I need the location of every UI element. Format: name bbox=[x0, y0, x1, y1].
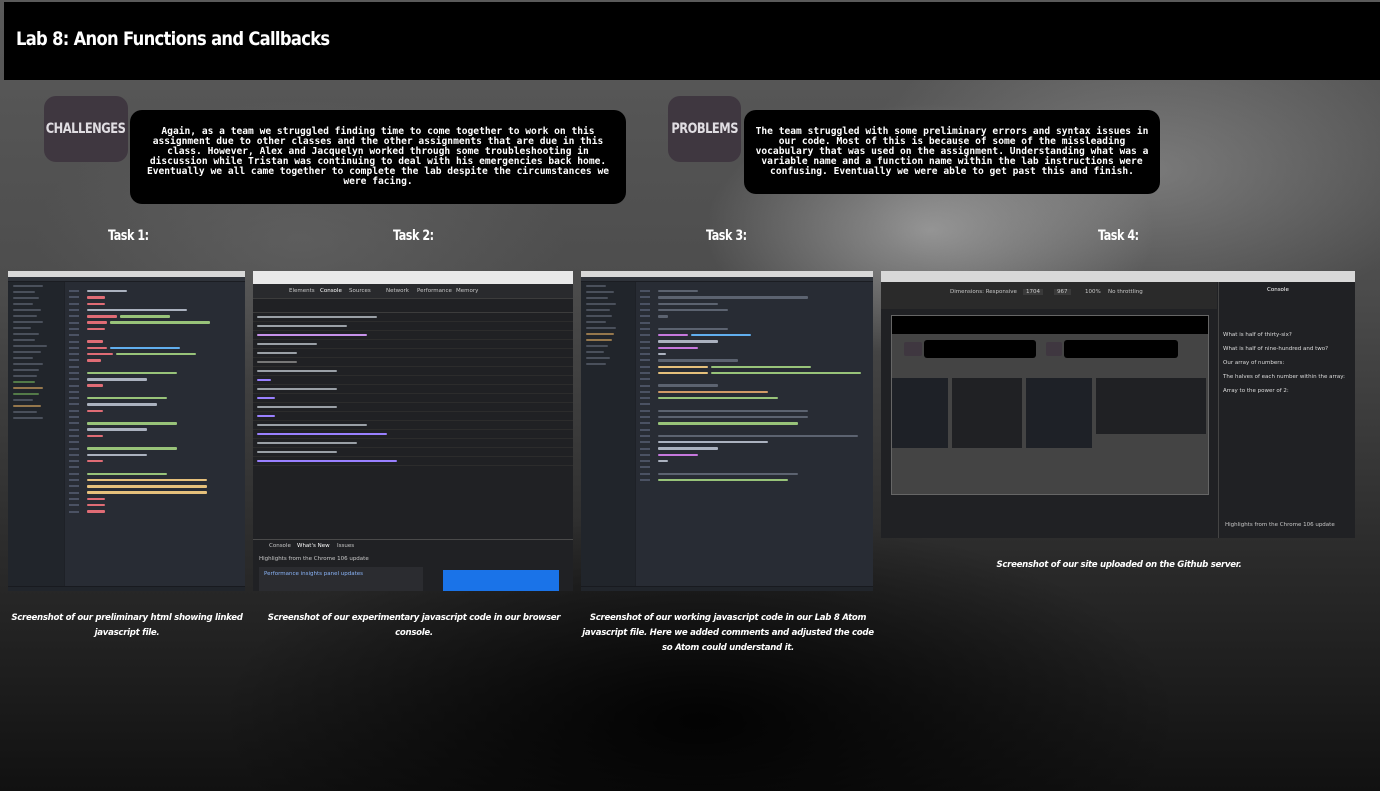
devtools-tab-bar: Elements Console Sources Network Perform… bbox=[253, 284, 573, 299]
challenges-text: Again, as a team we struggled finding ti… bbox=[146, 126, 610, 187]
site-preview bbox=[891, 315, 1209, 495]
page-title: Lab 8: Anon Functions and Callbacks bbox=[16, 28, 330, 50]
challenges-heading-label: CHALLENGES bbox=[46, 121, 126, 137]
challenges-heading: CHALLENGES bbox=[44, 96, 128, 162]
task-4-screenshot: Dimensions: Responsive 1704 967 100% No … bbox=[881, 271, 1355, 538]
task-2-caption: Screenshot of our experimentary javascri… bbox=[267, 613, 561, 638]
challenges-text-box: Again, as a team we struggled finding ti… bbox=[130, 110, 626, 204]
task-2-screenshot: Elements Console Sources Network Perform… bbox=[253, 271, 573, 591]
html-code-view bbox=[65, 282, 245, 586]
console-log-list: What is half of thirty-six? What is half… bbox=[1223, 332, 1345, 394]
console-output bbox=[253, 313, 573, 539]
devtools-console-panel: Console What is half of thirty-six? What… bbox=[1218, 282, 1355, 538]
problems-text-box: The team struggled with some preliminary… bbox=[744, 110, 1160, 194]
task-2-heading: Task 2: bbox=[393, 228, 434, 244]
task-1-heading: Task 1: bbox=[108, 228, 149, 244]
js-code-view bbox=[636, 282, 873, 586]
file-tree bbox=[581, 282, 635, 586]
problems-text: The team struggled with some preliminary… bbox=[755, 126, 1149, 177]
problems-heading-label: PROBLEMS bbox=[671, 121, 738, 137]
file-tree bbox=[8, 282, 64, 586]
device-toolbar: Dimensions: Responsive 1704 967 100% No … bbox=[881, 282, 1217, 309]
task-3-screenshot bbox=[581, 271, 873, 591]
task-4-caption: Screenshot of our site uploaded on the G… bbox=[996, 560, 1242, 570]
problems-heading: PROBLEMS bbox=[668, 96, 741, 162]
task-1-screenshot bbox=[8, 271, 245, 591]
devtools-drawer: Console What's New Issues Highlights fro… bbox=[253, 539, 573, 591]
task-1-caption: Screenshot of our preliminary html showi… bbox=[11, 613, 243, 638]
task-3-caption: Screenshot of our working javascript cod… bbox=[582, 613, 874, 653]
page-header: Lab 8: Anon Functions and Callbacks bbox=[4, 2, 1380, 80]
task-3-heading: Task 3: bbox=[706, 228, 747, 244]
task-4-heading: Task 4: bbox=[1098, 228, 1139, 244]
